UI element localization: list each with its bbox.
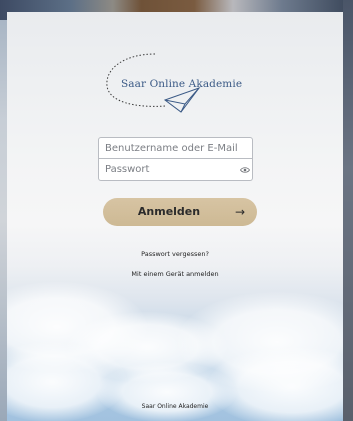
eye-icon[interactable] — [240, 166, 250, 174]
arrow-right-icon: → — [234, 205, 245, 219]
device-login-link[interactable]: Mit einem Gerät anmelden — [7, 270, 343, 278]
cloud-decoration — [97, 362, 237, 421]
username-input[interactable] — [98, 137, 253, 159]
paper-plane-icon — [106, 53, 201, 113]
login-button-label: Anmelden — [137, 205, 201, 218]
logo-title: Saar Online Akademie — [121, 78, 243, 90]
login-button[interactable]: Anmelden → — [103, 198, 257, 226]
logo: Saar Online Akademie — [95, 50, 275, 130]
background-photo-right — [343, 0, 353, 421]
forgot-password-link[interactable]: Passwort vergessen? — [7, 250, 343, 258]
password-input[interactable] — [98, 159, 253, 181]
login-card: Saar Online Akademie Anmelden → Passwort… — [7, 12, 343, 421]
footer-text: Saar Online Akademie — [141, 403, 209, 410]
